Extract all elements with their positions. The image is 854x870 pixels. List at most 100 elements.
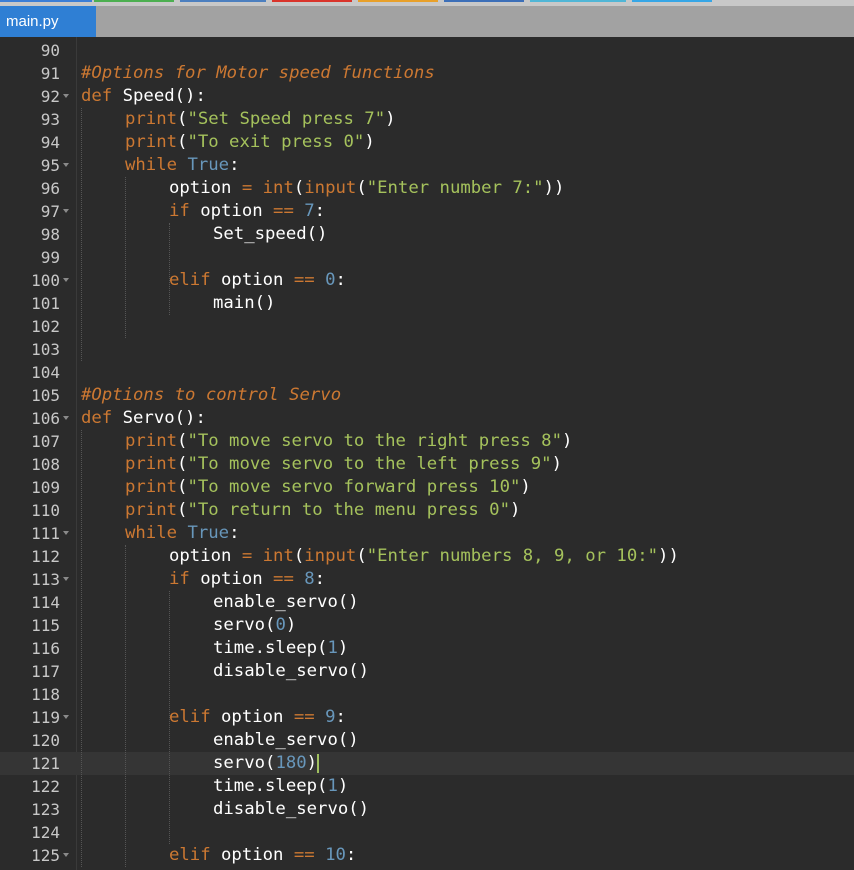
fold-toggle-icon[interactable]	[63, 577, 69, 581]
code-line[interactable]: 105 #Options to control Servo	[0, 384, 854, 407]
code-line[interactable]: 94 print("To exit press 0")	[0, 131, 854, 154]
code-line[interactable]: 91 #Options for Motor speed functions	[0, 62, 854, 85]
code-token: Set_speed()	[213, 224, 328, 244]
line-number: 103	[31, 340, 60, 359]
code-token: option	[189, 569, 274, 589]
code-line[interactable]: 90	[0, 39, 854, 62]
code-line[interactable]: 108 print("To move servo to the left pres…	[0, 453, 854, 476]
code-line[interactable]: 99	[0, 246, 854, 269]
code-token: ==	[293, 707, 315, 727]
code-token: True	[187, 155, 230, 175]
fold-toggle-icon[interactable]	[63, 209, 69, 213]
code-text: if option == 7:	[169, 200, 325, 223]
line-number: 115	[31, 616, 60, 635]
code-line[interactable]: 92 def Speed():	[0, 85, 854, 108]
code-line[interactable]: 122 time.sleep(1)	[0, 775, 854, 798]
code-line[interactable]: 113 if option == 8:	[0, 568, 854, 591]
indent-guide	[169, 223, 170, 315]
code-line[interactable]: 103	[0, 338, 854, 361]
code-text: time.sleep(1)	[213, 637, 348, 660]
code-token: (	[177, 477, 188, 497]
code-token: (	[293, 178, 305, 198]
code-editor[interactable]: 90 91 #Options for Motor speed functions 92…	[0, 37, 854, 870]
code-token: elif	[169, 270, 211, 290]
code-text: #Options to control Servo	[81, 384, 341, 407]
line-number: 97	[40, 202, 60, 221]
code-line[interactable]: 119 elif option == 9:	[0, 706, 854, 729]
indent-guide	[81, 108, 82, 361]
code-line[interactable]: 107 print("To move servo to the right pre…	[0, 430, 854, 453]
code-line[interactable]: 104	[0, 361, 854, 384]
code-line[interactable]: 95 while True:	[0, 154, 854, 177]
code-text: option = int(input("Enter number 7:"))	[169, 177, 564, 200]
code-token: if	[169, 201, 190, 221]
code-line[interactable]: 114 enable_servo()	[0, 591, 854, 614]
code-line[interactable]: 93 print("Set Speed press 7")	[0, 108, 854, 131]
fold-toggle-icon[interactable]	[63, 278, 69, 282]
line-number: 92	[40, 87, 60, 106]
code-token: disable_servo()	[213, 799, 370, 819]
code-line[interactable]: 121 servo(180)	[0, 752, 854, 775]
code-token: =	[241, 178, 253, 198]
code-line[interactable]: 123 disable_servo()	[0, 798, 854, 821]
code-text: elif option == 0:	[169, 269, 346, 292]
code-line[interactable]: 97 if option == 7:	[0, 200, 854, 223]
fold-toggle-icon[interactable]	[63, 715, 69, 719]
code-line[interactable]: 100 elif option == 0:	[0, 269, 854, 292]
code-line[interactable]: 101 main()	[0, 292, 854, 315]
code-token: time.sleep(	[213, 638, 328, 658]
line-number: 111	[31, 524, 60, 543]
code-text: servo(180)	[213, 752, 320, 775]
line-number: 123	[31, 800, 60, 819]
code-token: print	[125, 431, 178, 451]
fold-toggle-icon[interactable]	[63, 94, 69, 98]
code-line[interactable]: 102	[0, 315, 854, 338]
line-number: 124	[31, 823, 60, 842]
code-line[interactable]: 116 time.sleep(1)	[0, 637, 854, 660]
code-line[interactable]: 117 disable_servo()	[0, 660, 854, 683]
code-line[interactable]: 112 option = int(input("Enter numbers 8, …	[0, 545, 854, 568]
code-token: :	[314, 201, 326, 221]
code-line[interactable]: 111 while True:	[0, 522, 854, 545]
code-token: :	[229, 523, 240, 543]
code-token: def	[81, 86, 113, 106]
code-line[interactable]: 98 Set_speed()	[0, 223, 854, 246]
line-number: 98	[40, 225, 60, 244]
color-strip	[180, 0, 266, 2]
code-line[interactable]: 120 enable_servo()	[0, 729, 854, 752]
code-token: :	[345, 845, 357, 865]
color-strip	[530, 0, 626, 2]
code-text: Set_speed()	[213, 223, 327, 246]
code-line[interactable]: 115 servo(0)	[0, 614, 854, 637]
code-line[interactable]: 109 print("To move servo forward press 10…	[0, 476, 854, 499]
code-line[interactable]: 124	[0, 821, 854, 844]
code-line[interactable]: 110 print("To return to the menu press 0"…	[0, 499, 854, 522]
code-text: disable_servo()	[213, 660, 369, 683]
code-line[interactable]: 125 elif option == 10:	[0, 844, 854, 867]
indent-guide	[125, 177, 126, 338]
fold-toggle-icon[interactable]	[63, 163, 69, 167]
code-token: =	[241, 546, 253, 566]
line-number: 90	[40, 41, 60, 60]
code-token: (	[177, 132, 188, 152]
code-token: )	[285, 615, 297, 635]
code-token: (	[177, 454, 188, 474]
code-line[interactable]: 96 option = int(input("Enter number 7:"))	[0, 177, 854, 200]
fold-toggle-icon[interactable]	[63, 531, 69, 535]
line-number: 96	[40, 179, 60, 198]
fold-toggle-icon[interactable]	[63, 853, 69, 857]
code-token: time.sleep(	[213, 776, 328, 796]
code-token: 0	[325, 270, 336, 290]
line-number: 118	[31, 685, 60, 704]
code-line[interactable]: 118	[0, 683, 854, 706]
fold-toggle-icon[interactable]	[63, 416, 69, 420]
color-strip	[444, 0, 524, 2]
tab-main-py[interactable]: main.py	[0, 6, 96, 37]
code-line[interactable]: 106 def Servo():	[0, 407, 854, 430]
code-token: "To return to the menu press 0"	[187, 500, 510, 520]
